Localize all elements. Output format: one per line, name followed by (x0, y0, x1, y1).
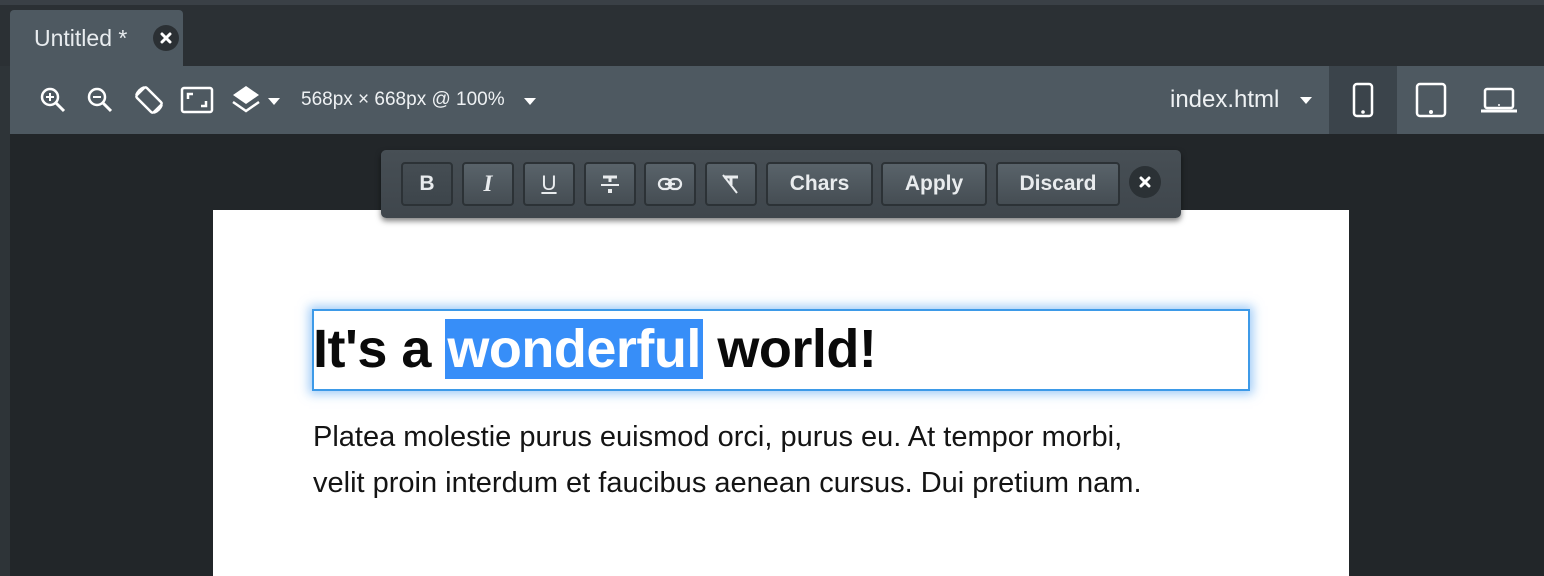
bold-icon: B (419, 172, 435, 195)
zoom-in-icon (40, 87, 66, 113)
format-toolbar-close-button[interactable] (1129, 166, 1161, 198)
page-canvas[interactable] (213, 210, 1349, 576)
viewport-size-caret[interactable] (524, 98, 536, 105)
fit-screen-button[interactable] (179, 82, 215, 118)
close-icon (160, 32, 172, 44)
layers-icon (232, 86, 260, 113)
heading-text-after: world! (702, 319, 877, 379)
bold-button[interactable]: B (401, 162, 453, 206)
device-tablet-button[interactable] (1397, 66, 1465, 134)
zoom-in-button[interactable] (35, 82, 71, 118)
chars-button[interactable]: Chars (766, 162, 873, 206)
underline-button[interactable]: U (523, 162, 575, 206)
zoom-out-button[interactable] (82, 82, 118, 118)
phone-icon (1352, 82, 1374, 118)
zoom-out-icon (87, 87, 113, 113)
clear-format-icon (722, 174, 738, 194)
underline-icon: U (541, 172, 557, 195)
text-format-toolbar: B I U Chars Apply Discard (381, 150, 1181, 218)
layers-button[interactable] (228, 82, 264, 118)
device-laptop-button[interactable] (1465, 66, 1533, 134)
discard-button[interactable]: Discard (996, 162, 1120, 206)
device-phone-button[interactable] (1329, 66, 1397, 134)
document-tab[interactable]: Untitled * (10, 10, 183, 66)
heading-selected-text[interactable]: wonderful (445, 319, 703, 379)
strikethrough-button[interactable] (584, 162, 636, 206)
editor-toolbar: 568px × 668px @ 100% index.html (10, 66, 1544, 134)
italic-button[interactable]: I (462, 162, 514, 206)
fit-screen-icon (180, 86, 214, 114)
window-left-edge (0, 66, 10, 576)
tab-bar (0, 5, 1544, 66)
rotate-device-icon (135, 86, 163, 114)
file-select[interactable]: index.html (1170, 86, 1279, 114)
viewport-size-label[interactable]: 568px × 668px @ 100% (301, 89, 505, 111)
link-icon (657, 177, 683, 191)
page-paragraph[interactable]: Platea molestie purus euismod orci, puru… (313, 414, 1273, 506)
paragraph-line-2: velit proin interdum et faucibus aenean … (313, 467, 1142, 499)
layers-dropdown-caret[interactable] (268, 98, 280, 105)
italic-icon: I (483, 171, 493, 196)
heading-text-before: It's a (313, 319, 446, 379)
link-button[interactable] (644, 162, 696, 206)
tab-title: Untitled * (34, 24, 128, 51)
rotate-button[interactable] (131, 82, 167, 118)
tab-close-button[interactable] (153, 25, 179, 51)
page-heading[interactable]: It's a wonderful world! (313, 318, 877, 380)
close-icon (1139, 176, 1151, 188)
laptop-icon (1481, 87, 1517, 113)
file-select-caret[interactable] (1300, 97, 1312, 104)
tablet-icon (1415, 82, 1447, 118)
strikethrough-icon (601, 175, 619, 193)
apply-button[interactable]: Apply (881, 162, 987, 206)
clear-format-button[interactable] (705, 162, 757, 206)
paragraph-line-1: Platea molestie purus euismod orci, puru… (313, 421, 1123, 453)
